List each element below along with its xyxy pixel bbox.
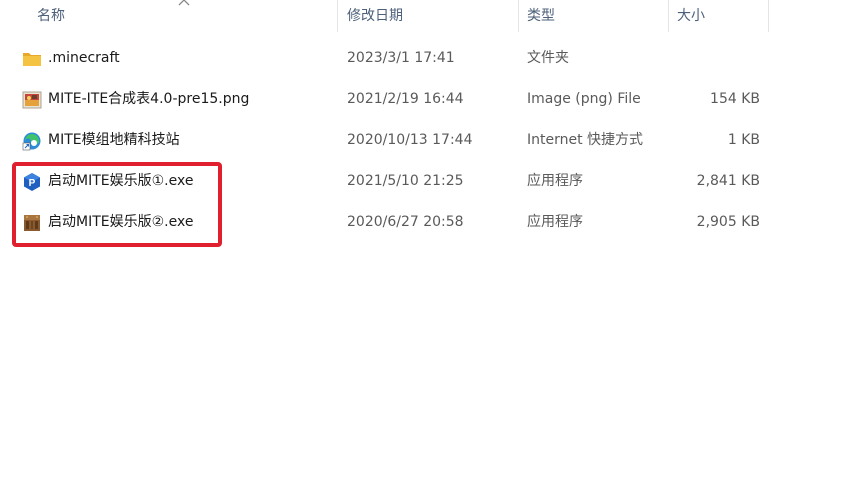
file-date: 2023/3/1 17:41	[347, 50, 455, 66]
file-name: MITE模组地精科技站	[48, 132, 180, 148]
file-type: 应用程序	[527, 214, 583, 230]
column-header-name[interactable]: 名称	[29, 0, 336, 32]
png-image-icon	[22, 91, 42, 109]
file-size: 2,841 KB	[696, 173, 760, 189]
file-row[interactable]: MITE模组地精科技站 2020/10/13 17:44 Internet 快捷…	[0, 120, 846, 161]
column-separator[interactable]	[337, 0, 338, 32]
file-date: 2021/2/19 16:44	[347, 91, 464, 107]
file-size: 1 KB	[727, 132, 760, 148]
folder-icon	[23, 53, 41, 66]
file-size	[660, 38, 760, 79]
file-row[interactable]: .minecraft 2023/3/1 17:41 文件夹	[0, 38, 846, 79]
file-type: Image (png) File	[527, 91, 641, 107]
file-date: 2020/6/27 20:58	[347, 214, 464, 230]
column-header-type[interactable]: 类型	[519, 0, 667, 32]
file-size: 154 KB	[710, 91, 760, 107]
file-date: 2020/10/13 17:44	[347, 132, 473, 148]
file-date: 2021/5/10 21:25	[347, 173, 464, 189]
edge-shortcut-icon	[22, 132, 41, 151]
file-row[interactable]: MITE-ITE合成表4.0-pre15.png 2021/2/19 16:44…	[0, 79, 846, 120]
file-name: MITE-ITE合成表4.0-pre15.png	[48, 91, 250, 107]
file-name: .minecraft	[48, 50, 120, 66]
file-type: Internet 快捷方式	[527, 132, 644, 148]
file-type: 文件夹	[527, 50, 569, 66]
red-highlight-annotation	[12, 162, 222, 247]
column-header-size[interactable]: 大小	[669, 0, 769, 32]
file-type: 应用程序	[527, 173, 583, 189]
file-explorer: 名称 修改日期 类型 大小 .minecraft 2023/3/1 17:41 …	[0, 0, 846, 483]
column-header-bar: 名称 修改日期 类型 大小	[0, 0, 846, 32]
column-separator[interactable]	[768, 0, 769, 32]
file-size: 2,905 KB	[696, 214, 760, 230]
column-header-date[interactable]: 修改日期	[339, 0, 517, 32]
